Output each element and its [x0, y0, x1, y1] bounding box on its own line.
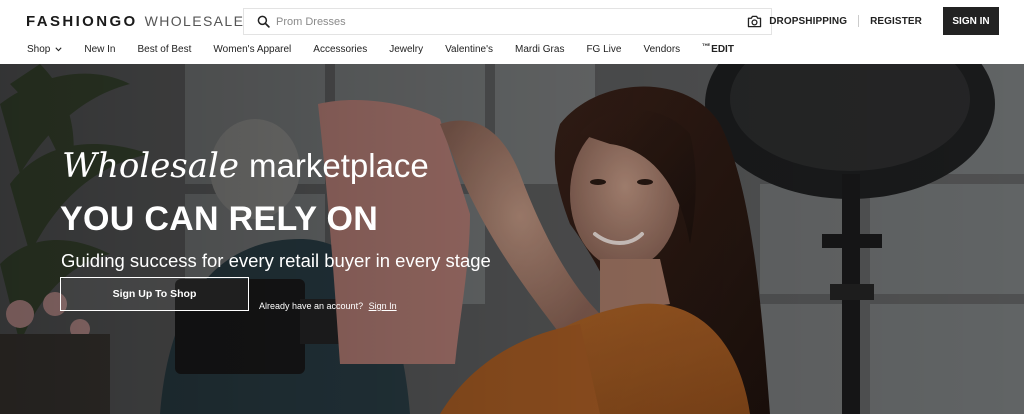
- hero-headline-rest: marketplace: [249, 147, 429, 184]
- hero-subheadline: Guiding success for every retail buyer i…: [61, 250, 491, 271]
- account-prompt: Already have an account? Sign In: [259, 301, 397, 311]
- account-prompt-text: Already have an account?: [259, 301, 364, 311]
- nav-item-valentines[interactable]: Valentine's: [445, 44, 493, 55]
- nav-item-vendors[interactable]: Vendors: [643, 44, 680, 55]
- nav-item-mardi-gras[interactable]: Mardi Gras: [515, 44, 564, 55]
- logo-subtitle: WHOLESALE: [144, 13, 245, 29]
- edit-label: EDIT: [711, 43, 734, 55]
- nav-item-fg-live[interactable]: FG Live: [586, 44, 621, 55]
- nav-item-accessories[interactable]: Accessories: [313, 44, 367, 55]
- link-divider: [858, 15, 860, 27]
- hero-headline: Wholesale marketplace: [62, 146, 429, 193]
- hero-banner: Wholesale marketplace YOU CAN RELY ON Gui…: [0, 64, 1024, 414]
- dropshipping-link[interactable]: DROPSHIPPING: [769, 16, 847, 27]
- nav-item-jewelry[interactable]: Jewelry: [389, 44, 423, 55]
- nav-item-best-of-best[interactable]: Best of Best: [137, 44, 191, 55]
- main-nav: Shop New In Best of Best Women's Apparel…: [27, 41, 734, 57]
- logo-wordmark: FASHIONGO: [26, 13, 138, 30]
- sign-in-button[interactable]: SIGN IN: [943, 7, 999, 35]
- chevron-down-icon: [55, 46, 62, 52]
- logo[interactable]: FASHIONGO WHOLESALE: [26, 13, 244, 30]
- camera-icon[interactable]: [737, 9, 771, 34]
- search-bar: [243, 8, 772, 35]
- register-link[interactable]: REGISTER: [870, 16, 922, 27]
- nav-item-shop[interactable]: Shop: [27, 44, 62, 55]
- hero-headline-bold: YOU CAN RELY ON: [60, 200, 379, 238]
- hero-content: Wholesale marketplace YOU CAN RELY ON Gui…: [0, 64, 1024, 414]
- sign-up-to-shop-button[interactable]: Sign Up To Shop: [60, 277, 249, 311]
- edit-prefix: THE: [702, 42, 711, 47]
- site-header: FASHIONGO WHOLESALE DROPSHIPPING REGISTE…: [0, 0, 1024, 64]
- account-links: DROPSHIPPING REGISTER SIGN IN: [769, 7, 999, 35]
- nav-item-womens-apparel[interactable]: Women's Apparel: [213, 44, 291, 55]
- hero-headline-script: Wholesale: [62, 146, 240, 186]
- nav-item-new-in[interactable]: New In: [84, 44, 115, 55]
- search-icon[interactable]: [250, 9, 276, 34]
- search-input[interactable]: [276, 10, 737, 33]
- nav-item-the-edit[interactable]: THE EDIT: [702, 42, 734, 55]
- nav-item-label: Shop: [27, 43, 51, 55]
- hero-sign-in-link[interactable]: Sign In: [369, 301, 397, 311]
